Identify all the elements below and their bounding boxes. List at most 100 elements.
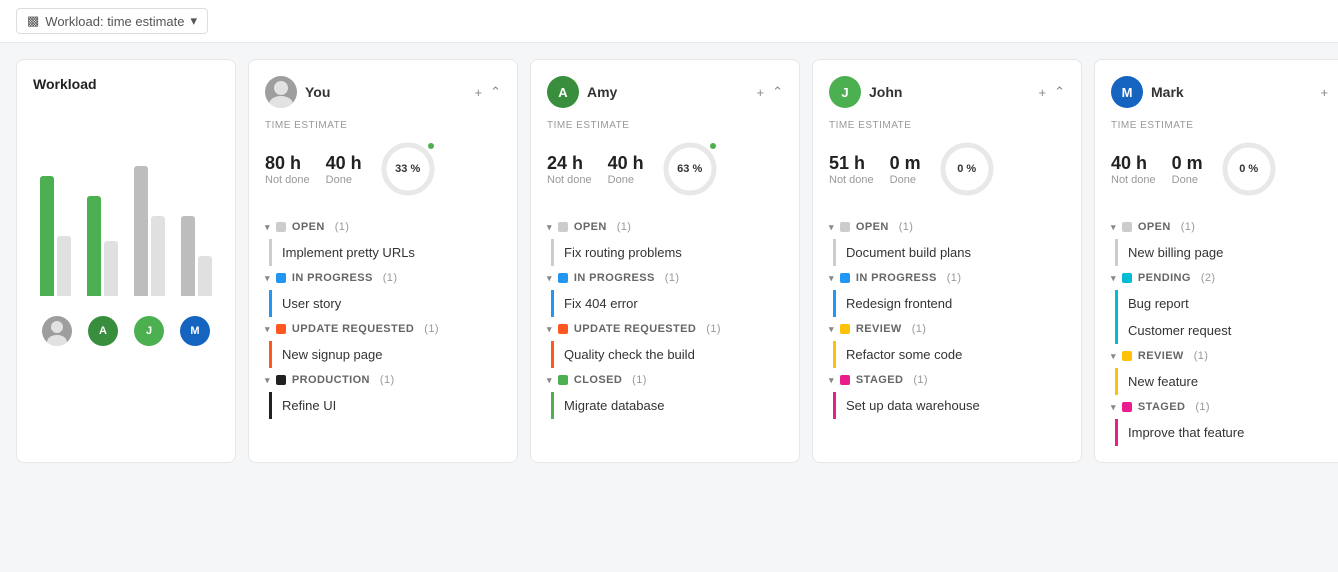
bar-amy-gray xyxy=(104,241,118,296)
not-done-block-john: 51 h Not done xyxy=(829,153,874,186)
chevron-icon: ▾ xyxy=(829,324,834,335)
workload-title: Workload xyxy=(33,76,219,92)
task-item[interactable]: New billing page xyxy=(1115,239,1338,266)
main-content: Workload xyxy=(0,43,1338,479)
chevron-icon: ▾ xyxy=(547,375,552,386)
done-label-you: Done xyxy=(326,174,362,186)
bar-group-you xyxy=(40,136,71,296)
section-header-review[interactable]: ▾ REVIEW (1) xyxy=(829,317,1065,341)
chevron-icon: ▾ xyxy=(547,324,552,335)
section-header-pending[interactable]: ▾ PENDING (2) xyxy=(1111,266,1338,290)
chevron-icon: ▾ xyxy=(829,222,834,233)
bar-you-gray xyxy=(57,236,71,296)
section-header-closed[interactable]: ▾ CLOSED (1) xyxy=(547,368,783,392)
not-done-label-you: Not done xyxy=(265,174,310,186)
task-item[interactable]: Refine UI xyxy=(269,392,501,419)
done-block-mark: 0 m Done xyxy=(1172,153,1203,186)
chevron-icon: ▾ xyxy=(829,375,834,386)
section-label-staged: STAGED xyxy=(856,374,903,386)
bar-mark-dark xyxy=(181,216,195,296)
section-label-review: REVIEW xyxy=(856,323,902,335)
not-done-block-amy: 24 h Not done xyxy=(547,153,592,186)
donut-chart-you: 33 % xyxy=(378,139,438,199)
section-header-staged[interactable]: ▾ STAGED (1) xyxy=(1111,395,1338,419)
section-header-open[interactable]: ▾ OPEN (1) xyxy=(265,215,501,239)
person-column-john: J John + ⌃ TIME ESTIMATE 51 h Not done 0… xyxy=(812,59,1082,463)
donut-indicator-you xyxy=(428,143,434,149)
avatar-mark: M xyxy=(180,316,210,346)
person-actions-john: + ⌃ xyxy=(1039,84,1066,100)
chevron-icon: ▾ xyxy=(1111,351,1116,362)
person-name-you: You xyxy=(305,84,330,100)
task-item[interactable]: Redesign frontend xyxy=(833,290,1065,317)
section-header-staged[interactable]: ▾ STAGED (1) xyxy=(829,368,1065,392)
collapse-icon-john[interactable]: ⌃ xyxy=(1054,84,1065,100)
task-item[interactable]: Document build plans xyxy=(833,239,1065,266)
person-column-amy: A Amy + ⌃ TIME ESTIMATE 24 h Not done 40… xyxy=(530,59,800,463)
section-header-open[interactable]: ▾ OPEN (1) xyxy=(547,215,783,239)
done-label-mark: Done xyxy=(1172,174,1203,186)
person-header-amy: A Amy + ⌃ xyxy=(547,76,783,108)
person-info-you: You xyxy=(265,76,330,108)
person-name-john: John xyxy=(869,84,902,100)
chevron-icon: ▾ xyxy=(547,222,552,233)
add-icon-you[interactable]: + xyxy=(475,85,483,100)
collapse-icon-amy[interactable]: ⌃ xyxy=(772,84,783,100)
section-header-update-requested[interactable]: ▾ UPDATE REQUESTED (1) xyxy=(265,317,501,341)
section-label-open: OPEN xyxy=(1138,221,1171,233)
section-header-update-requested[interactable]: ▾ UPDATE REQUESTED (1) xyxy=(547,317,783,341)
person-actions-you: + ⌃ xyxy=(475,84,502,100)
task-item[interactable]: New feature xyxy=(1115,368,1338,395)
task-item[interactable]: Bug report xyxy=(1115,290,1338,317)
donut-percent-you: 33 % xyxy=(395,163,420,175)
section-count-review: (1) xyxy=(912,323,927,335)
task-item[interactable]: New signup page xyxy=(269,341,501,368)
task-item[interactable]: Customer request xyxy=(1115,317,1338,344)
task-item[interactable]: Implement pretty URLs xyxy=(269,239,501,266)
avatar-amy: A xyxy=(88,316,118,346)
time-estimate-label-amy: TIME ESTIMATE xyxy=(547,120,783,131)
person-name-mark: Mark xyxy=(1151,84,1184,100)
not-done-value-john: 51 h xyxy=(829,153,874,174)
task-text: New signup page xyxy=(282,347,382,362)
task-item[interactable]: Refactor some code xyxy=(833,341,1065,368)
section-header-open[interactable]: ▾ OPEN (1) xyxy=(829,215,1065,239)
section-header-in-progress[interactable]: ▾ IN PROGRESS (1) xyxy=(547,266,783,290)
section-header-in-progress[interactable]: ▾ IN PROGRESS (1) xyxy=(829,266,1065,290)
task-item[interactable]: User story xyxy=(269,290,501,317)
task-item[interactable]: Fix routing problems xyxy=(551,239,783,266)
section-header-open[interactable]: ▾ OPEN (1) xyxy=(1111,215,1338,239)
section-label-in-progress: IN PROGRESS xyxy=(574,272,655,284)
not-done-label-amy: Not done xyxy=(547,174,592,186)
section-dot-review xyxy=(1122,351,1132,361)
bar-amy-green xyxy=(87,196,101,296)
workload-button[interactable]: ▩ Workload: time estimate ▾ xyxy=(16,8,208,34)
time-estimate-label-john: TIME ESTIMATE xyxy=(829,120,1065,131)
task-text: Fix routing problems xyxy=(564,245,682,260)
bar-chart xyxy=(33,104,219,304)
person-header-mark: M Mark + ⌃ xyxy=(1111,76,1338,108)
section-label-production: PRODUCTION xyxy=(292,374,370,386)
section-label-open: OPEN xyxy=(574,221,607,233)
add-icon-amy[interactable]: + xyxy=(757,85,765,100)
avatar-you xyxy=(42,316,72,346)
section-header-production[interactable]: ▾ PRODUCTION (1) xyxy=(265,368,501,392)
chevron-icon: ▾ xyxy=(265,222,270,233)
donut-percent-mark: 0 % xyxy=(1239,163,1258,175)
task-item[interactable]: Set up data warehouse xyxy=(833,392,1065,419)
section-header-in-progress[interactable]: ▾ IN PROGRESS (1) xyxy=(265,266,501,290)
task-item[interactable]: Quality check the build xyxy=(551,341,783,368)
task-text: Quality check the build xyxy=(564,347,695,362)
task-item[interactable]: Migrate database xyxy=(551,392,783,419)
columns-container: You + ⌃ TIME ESTIMATE 80 h Not done 40 h… xyxy=(248,59,1338,463)
not-done-value-mark: 40 h xyxy=(1111,153,1156,174)
section-label-pending: PENDING xyxy=(1138,272,1191,284)
person-info-john: J John xyxy=(829,76,902,108)
task-item[interactable]: Fix 404 error xyxy=(551,290,783,317)
task-item[interactable]: Improve that feature xyxy=(1115,419,1338,446)
section-count-production: (1) xyxy=(380,374,395,386)
add-icon-mark[interactable]: + xyxy=(1321,85,1329,100)
collapse-icon-you[interactable]: ⌃ xyxy=(490,84,501,100)
add-icon-john[interactable]: + xyxy=(1039,85,1047,100)
section-header-review[interactable]: ▾ REVIEW (1) xyxy=(1111,344,1338,368)
